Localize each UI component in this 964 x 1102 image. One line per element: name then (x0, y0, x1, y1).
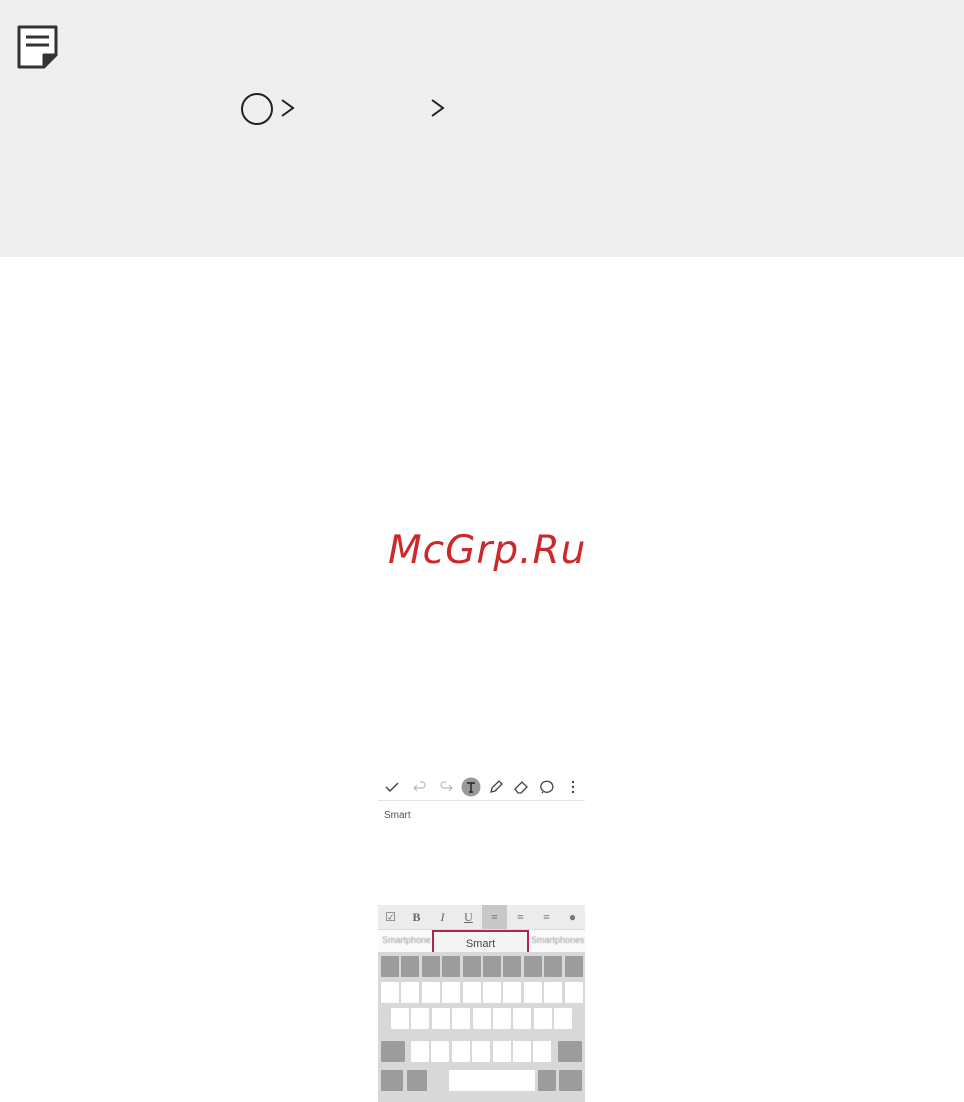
keyboard-key[interactable] (401, 956, 420, 977)
keyboard-key[interactable] (533, 1041, 552, 1062)
keyboard-key[interactable] (381, 1070, 403, 1091)
keyboard-key[interactable] (558, 1041, 582, 1062)
keyboard-key[interactable] (544, 956, 563, 977)
redo-icon[interactable] (436, 777, 456, 797)
align-left-button[interactable]: ≡ (482, 905, 507, 929)
home-circle-icon (241, 93, 273, 125)
keyboard-key[interactable] (564, 982, 583, 1003)
keyboard-key[interactable] (564, 956, 583, 977)
keyboard-key[interactable] (452, 1008, 471, 1029)
keyboard-key[interactable] (472, 1041, 491, 1062)
keyboard-key[interactable] (503, 956, 522, 977)
keyboard-key[interactable] (493, 1008, 511, 1029)
color-button[interactable]: ● (560, 905, 585, 929)
keyboard-key[interactable] (401, 982, 420, 1003)
keyboard-key[interactable] (513, 1008, 532, 1029)
keyboard-key[interactable] (462, 956, 481, 977)
keyboard-key[interactable] (421, 982, 440, 1003)
memo-toolbar (378, 774, 585, 801)
keyboard-key[interactable] (533, 1008, 552, 1029)
pen-icon[interactable] (486, 777, 506, 797)
keyboard-key[interactable] (559, 1070, 582, 1091)
keyboard-key[interactable] (381, 1041, 405, 1062)
keyboard-key[interactable] (391, 1008, 409, 1029)
keyboard-key[interactable] (431, 1008, 450, 1029)
keyboard-key[interactable] (462, 982, 481, 1003)
keyboard-key[interactable] (381, 956, 399, 977)
keyboard-key[interactable] (442, 982, 461, 1003)
keyboard-key[interactable] (449, 1070, 535, 1091)
italic-button[interactable]: I (430, 905, 455, 929)
eraser-icon[interactable] (511, 777, 531, 797)
keyboard-key[interactable] (451, 1041, 470, 1062)
underline-button[interactable]: U (456, 905, 481, 929)
phone-screenshot: Smart ☑ B I U ≡ ≡ ≡ ● Smartphone Smartph… (378, 774, 585, 1102)
chevron-right-icon (281, 99, 295, 117)
lasso-icon[interactable] (537, 777, 557, 797)
watermark: McGrp.Ru (388, 528, 587, 573)
keyboard-key[interactable] (472, 1008, 491, 1029)
checkbox-format-button[interactable]: ☑ (378, 905, 403, 929)
keyboard-key[interactable] (483, 982, 501, 1003)
check-icon[interactable] (382, 777, 402, 797)
keyboard-key[interactable] (407, 1070, 427, 1091)
keyboard-key[interactable] (503, 982, 522, 1003)
keyboard-key[interactable] (483, 956, 501, 977)
keyboard-key[interactable] (554, 1008, 573, 1029)
format-bar: ☑ B I U ≡ ≡ ≡ ● (378, 905, 585, 930)
keyboard-key[interactable] (442, 956, 461, 977)
keyboard-key[interactable] (538, 1070, 556, 1091)
keyboard-key[interactable] (492, 1041, 511, 1062)
suggestion-right[interactable]: Smartphones (531, 935, 585, 945)
note-box (0, 0, 964, 257)
undo-icon[interactable] (410, 777, 430, 797)
keyboard-key[interactable] (431, 1041, 450, 1062)
keyboard-key[interactable] (513, 1041, 531, 1062)
align-right-button[interactable]: ≡ (534, 905, 559, 929)
keyboard-key[interactable] (411, 1041, 429, 1062)
keyboard-key[interactable] (421, 956, 440, 977)
memo-body-text[interactable]: Smart (384, 810, 411, 821)
keyboard-key[interactable] (381, 982, 399, 1003)
text-mode-icon[interactable] (461, 777, 481, 797)
bold-button[interactable]: B (404, 905, 429, 929)
more-icon[interactable] (563, 777, 583, 797)
suggestion-left[interactable]: Smartphone (382, 935, 430, 945)
keyboard-key[interactable] (523, 982, 542, 1003)
keyboard-key[interactable] (544, 982, 563, 1003)
keyboard-key[interactable] (523, 956, 542, 977)
note-icon (17, 25, 58, 69)
keyboard-key[interactable] (411, 1008, 430, 1029)
align-center-button[interactable]: ≡ (508, 905, 533, 929)
chevron-right-icon (431, 99, 445, 117)
keyboard (378, 952, 585, 1102)
